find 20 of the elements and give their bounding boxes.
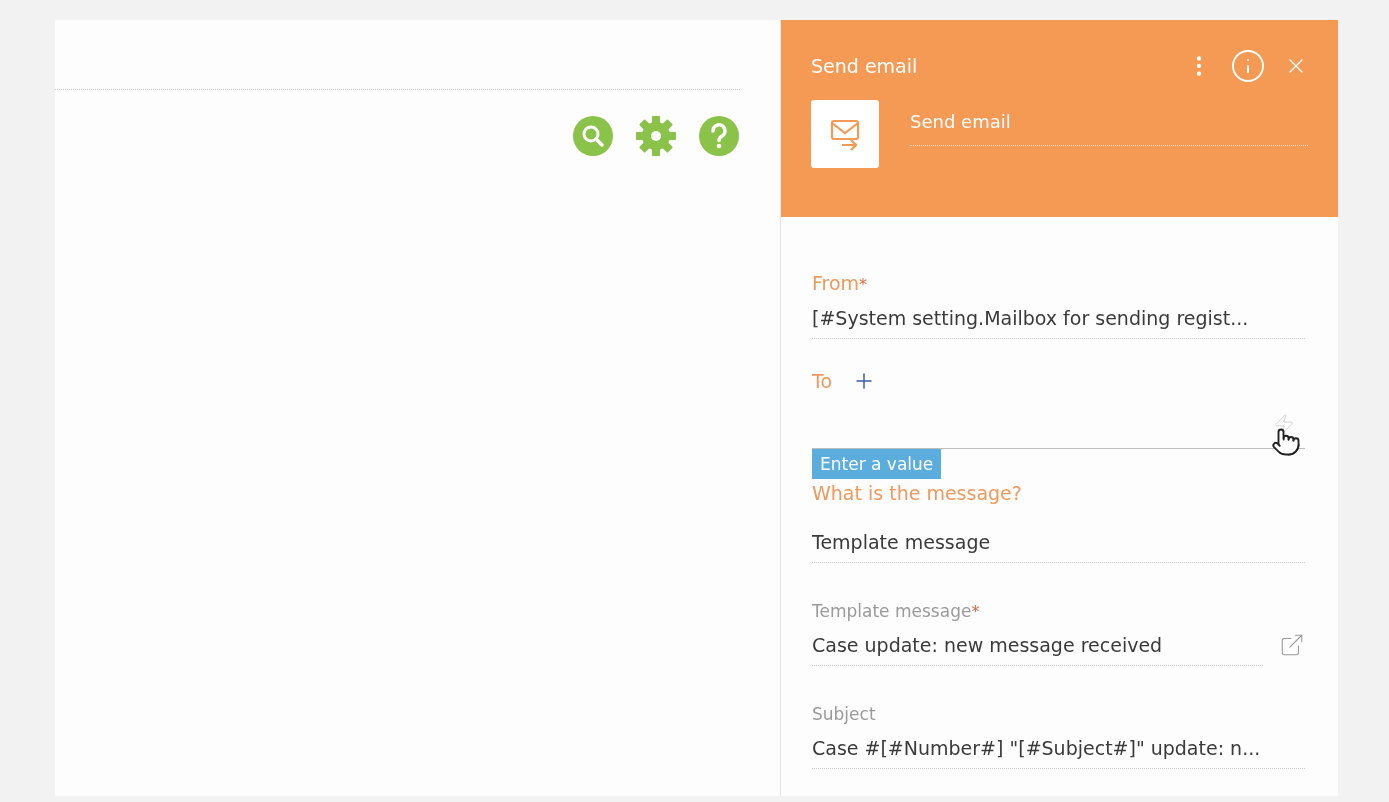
hand-cursor-icon: [1271, 427, 1301, 457]
input-field[interactable]: [#System setting.Mailbox for sending regist...: [812, 297, 1305, 339]
panel-title: Send email: [811, 53, 919, 79]
input-field[interactable]: Template message: [812, 507, 1305, 563]
input-field[interactable]: Case update: new message received: [812, 624, 1263, 666]
info-icon[interactable]: [1230, 48, 1266, 84]
help-icon[interactable]: [698, 115, 740, 157]
required-asterisk: *: [971, 601, 980, 623]
field-label: From: [812, 271, 860, 296]
field-label: What is the message?: [812, 481, 1022, 506]
field-label: Template message: [812, 600, 972, 623]
input-field[interactable]: Case #[#Number#] "[#Subject#]" update: n...: [812, 727, 1305, 769]
field-label: Subject: [812, 703, 876, 726]
lightning-icon[interactable]: [1273, 413, 1295, 435]
search-icon[interactable]: [572, 115, 614, 157]
required-asterisk: *: [859, 274, 868, 296]
tooltip: Enter a value: [812, 449, 942, 479]
settings-icon[interactable]: [635, 115, 677, 157]
email-element-icon: [811, 100, 879, 168]
field-label: To: [812, 368, 832, 394]
